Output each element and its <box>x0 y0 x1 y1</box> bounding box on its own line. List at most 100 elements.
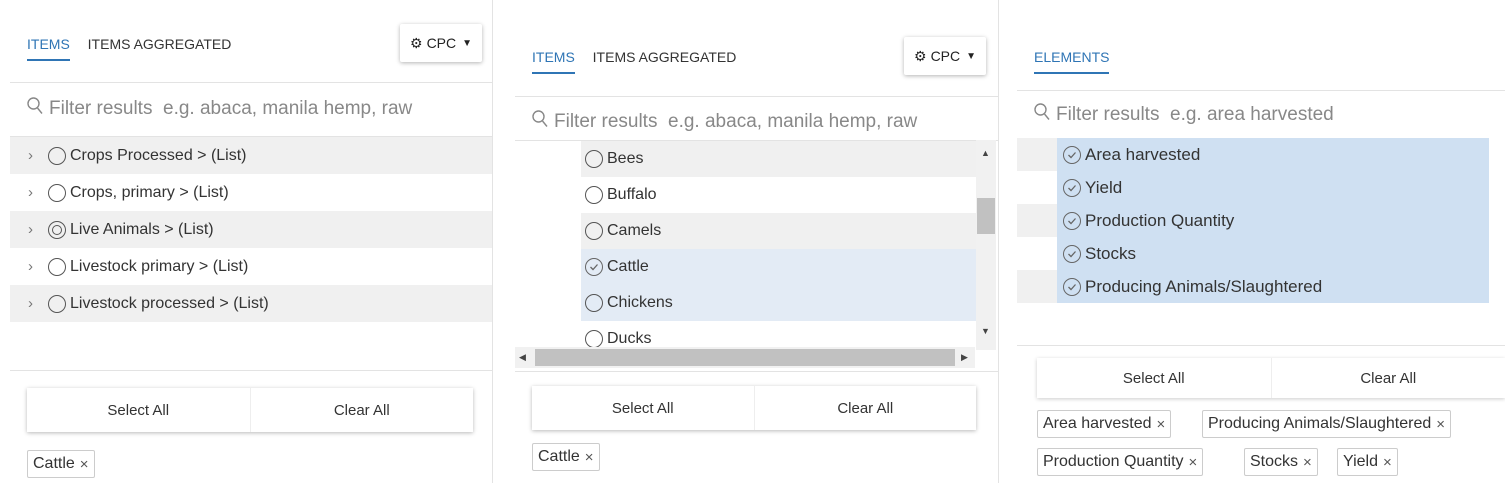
chip-label: Cattle <box>33 455 75 472</box>
chevron-right-icon[interactable]: › <box>28 258 48 275</box>
divider <box>1017 345 1505 346</box>
cpc-label: CPC <box>426 35 457 51</box>
scroll-up-arrow-icon[interactable]: ▲ <box>981 148 990 158</box>
element-item-stocks[interactable]: Stocks <box>1057 237 1489 270</box>
selected-chip-yield: Yield × <box>1337 448 1398 476</box>
clear-all-button[interactable]: Clear All <box>753 386 976 430</box>
tree-row-livestock-primary[interactable]: › Livestock primary > (List) <box>10 248 492 285</box>
radio-icon[interactable] <box>585 186 603 204</box>
chevron-right-icon[interactable]: › <box>28 221 48 238</box>
selected-chip-cattle: Cattle × <box>27 450 95 478</box>
check-circle-icon[interactable] <box>1063 211 1081 230</box>
scrollbar-thumb[interactable] <box>977 198 995 234</box>
caret-down-icon: ▼ <box>462 37 473 49</box>
scroll-down-arrow-icon[interactable]: ▼ <box>981 326 990 336</box>
check-circle-icon[interactable] <box>1063 178 1081 197</box>
tab-elements[interactable]: ELEMENTS <box>1034 49 1110 74</box>
list-item-bees[interactable]: Bees <box>581 141 976 177</box>
check-circle-icon[interactable] <box>1063 145 1081 164</box>
horizontal-scrollbar[interactable]: ◀ ▶ <box>515 347 975 368</box>
tree-row-live-animals[interactable]: › Live Animals > (List) <box>10 211 492 248</box>
select-all-button[interactable]: Select All <box>1037 358 1271 398</box>
tree-row-label: Crops Processed > (List) <box>70 146 247 164</box>
list-item-label: Camels <box>607 222 662 239</box>
radio-icon[interactable] <box>585 150 603 168</box>
list-item-camels[interactable]: Camels <box>581 213 976 249</box>
tab-items[interactable]: ITEMS <box>532 49 575 74</box>
list-item-ducks[interactable]: Ducks <box>581 321 976 347</box>
cpc-dropdown-button[interactable]: ⚙ CPC ▼ <box>904 37 987 75</box>
close-icon[interactable]: × <box>1303 454 1312 471</box>
close-icon[interactable]: × <box>80 456 89 473</box>
tab-items-aggregated[interactable]: ITEMS AGGREGATED <box>88 36 232 60</box>
scroll-right-arrow-icon[interactable]: ▶ <box>961 352 968 363</box>
chevron-right-icon[interactable]: › <box>28 147 48 164</box>
element-item-yield[interactable]: Yield <box>1057 171 1489 204</box>
list-item-label: Ducks <box>607 330 652 347</box>
gear-icon: ⚙ <box>914 47 927 64</box>
vertical-scrollbar[interactable]: ▲ ▼ <box>976 140 996 350</box>
tree-row-label: Crops, primary > (List) <box>70 183 229 201</box>
radio-icon[interactable] <box>48 294 66 313</box>
tree-row-crops-processed[interactable]: › Crops Processed > (List) <box>10 137 492 174</box>
clear-all-button[interactable]: Clear All <box>1270 358 1505 398</box>
close-icon[interactable]: × <box>1436 416 1445 433</box>
gear-icon: ⚙ <box>410 34 423 51</box>
radio-icon[interactable] <box>585 222 603 240</box>
list-item-label: Bees <box>607 150 644 167</box>
row-stripe <box>1017 270 1057 303</box>
row-stripe <box>1017 204 1057 237</box>
selected-chip-stocks: Stocks × <box>1244 448 1318 476</box>
divider <box>10 370 492 371</box>
tree-row-label: Livestock processed > (List) <box>70 294 269 312</box>
select-all-button[interactable]: Select All <box>532 386 754 430</box>
list-item-chickens[interactable]: Chickens <box>581 285 976 321</box>
items-panel-2: ITEMS ITEMS AGGREGATED ⚙ CPC ▼ Bees Buff… <box>515 0 999 483</box>
selected-chip-production-quantity: Production Quantity × <box>1037 448 1204 476</box>
divider <box>515 371 998 372</box>
check-circle-icon[interactable] <box>1063 277 1081 296</box>
filter-input[interactable] <box>49 98 469 120</box>
element-item-producing-animals[interactable]: Producing Animals/Slaughtered <box>1057 270 1489 303</box>
check-circle-icon[interactable] <box>1063 244 1081 263</box>
selected-chip-producing-animals: Producing Animals/Slaughtered × <box>1202 410 1452 438</box>
radio-icon[interactable] <box>48 146 66 165</box>
selected-chip-cattle: Cattle × <box>532 443 600 471</box>
list-item-buffalo[interactable]: Buffalo <box>581 177 976 213</box>
cpc-label: CPC <box>930 48 961 64</box>
check-circle-icon[interactable] <box>585 258 603 276</box>
close-icon[interactable]: × <box>1189 454 1198 471</box>
search-icon <box>1034 103 1050 127</box>
filter-input[interactable] <box>554 111 974 133</box>
search-icon <box>532 110 548 134</box>
chip-label: Producing Animals/Slaughtered <box>1208 415 1432 432</box>
scrollbar-thumb[interactable] <box>535 349 955 366</box>
button-group: Select All Clear All <box>1037 358 1505 398</box>
chevron-right-icon[interactable]: › <box>28 184 48 201</box>
radio-icon[interactable] <box>585 330 603 347</box>
scroll-left-arrow-icon[interactable]: ◀ <box>519 352 526 363</box>
clear-all-button[interactable]: Clear All <box>249 388 473 432</box>
close-icon[interactable]: × <box>585 449 594 466</box>
radio-icon[interactable] <box>48 183 66 202</box>
element-item-production-quantity[interactable]: Production Quantity <box>1057 204 1489 237</box>
chip-label: Yield <box>1343 453 1378 470</box>
cpc-dropdown-button[interactable]: ⚙ CPC ▼ <box>400 24 483 62</box>
close-icon[interactable]: × <box>1383 454 1392 471</box>
tab-bar: ELEMENTS <box>1034 49 1123 79</box>
list-item-cattle[interactable]: Cattle <box>581 249 976 285</box>
tree-row-livestock-processed[interactable]: › Livestock processed > (List) <box>10 285 492 322</box>
chevron-right-icon[interactable]: › <box>28 295 48 312</box>
list-item-label: Buffalo <box>607 186 657 203</box>
select-all-button[interactable]: Select All <box>27 388 250 432</box>
close-icon[interactable]: × <box>1157 416 1166 433</box>
tab-items-aggregated[interactable]: ITEMS AGGREGATED <box>593 49 737 73</box>
radio-partial-icon[interactable] <box>48 220 66 239</box>
chip-label: Cattle <box>538 448 580 465</box>
radio-icon[interactable] <box>48 257 66 276</box>
tab-items[interactable]: ITEMS <box>27 36 70 61</box>
tree-row-crops-primary[interactable]: › Crops, primary > (List) <box>10 174 492 211</box>
element-item-area-harvested[interactable]: Area harvested <box>1057 138 1489 171</box>
radio-icon[interactable] <box>585 294 603 312</box>
filter-input[interactable] <box>1056 104 1456 126</box>
